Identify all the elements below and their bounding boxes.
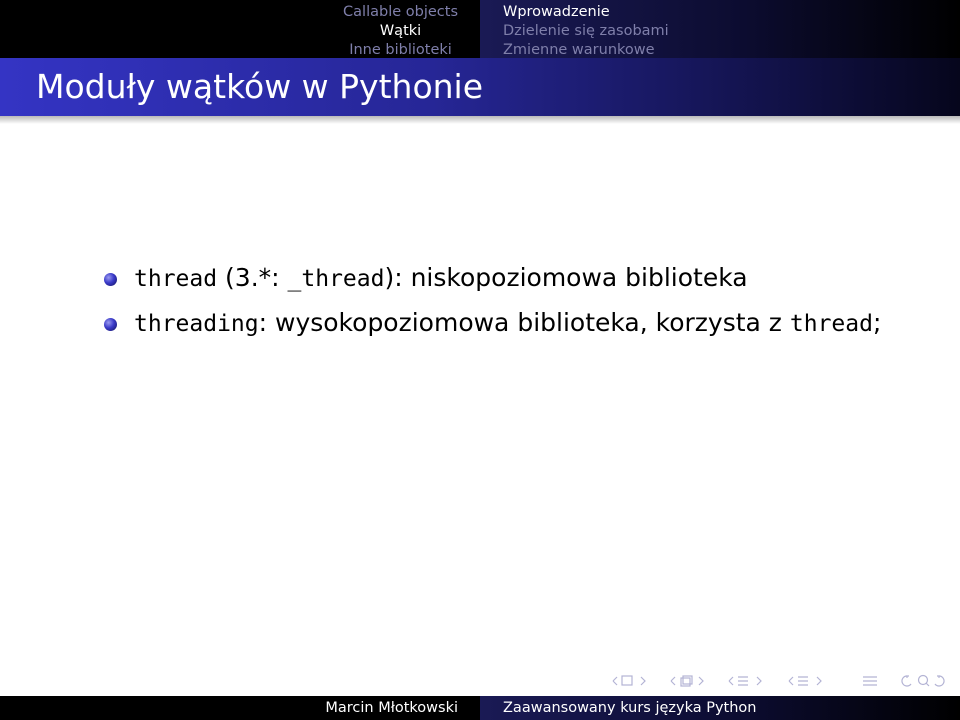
code-thread: thread	[789, 311, 873, 337]
nav-subsection-dzielenie[interactable]: Dzielenie się zasobami	[503, 22, 669, 41]
nav-align-icon[interactable]	[861, 672, 881, 690]
nav-subsection-lines-icon[interactable]	[788, 676, 822, 686]
section-nav: Callable objects Wątki Inne biblioteki	[0, 0, 480, 58]
subsection-nav: Wprowadzenie Dzielenie się zasobami Zmie…	[480, 0, 960, 58]
bullet-text-part: : wysokopoziomowa biblioteka, korzysta z	[258, 308, 790, 337]
bullet-text-part: (3.*:	[217, 263, 288, 292]
nav-symbols-svg	[612, 675, 822, 687]
bullet-ball-icon	[104, 318, 117, 331]
code-threading: threading	[134, 311, 259, 337]
beamer-navigation-symbols	[611, 672, 945, 690]
nav-section-icon[interactable]	[670, 675, 704, 687]
footer: Marcin Młotkowski Zaawansowany kurs języ…	[0, 696, 960, 720]
nav-search-icon[interactable]	[901, 672, 945, 690]
footer-author: Marcin Młotkowski	[0, 696, 480, 720]
nav-section-watki[interactable]: Wątki	[343, 22, 458, 41]
code-thread: thread	[134, 266, 218, 292]
nav-subsection-wprowadzenie[interactable]: Wprowadzenie	[503, 3, 669, 22]
bullet-text: thread (3.*: _thread): niskopoziomowa bi…	[134, 263, 748, 292]
frame-title-bar: Moduły wątków w Pythonie	[0, 58, 960, 124]
bullet-ball-icon	[104, 273, 117, 286]
bullet-text: threading: wysokopoziomowa biblioteka, k…	[134, 308, 881, 337]
nav-subsection-icon[interactable]	[728, 676, 762, 686]
code-underscore-thread: _thread	[287, 266, 385, 292]
bullet-text-part: ): niskopoziomowa biblioteka	[384, 263, 748, 292]
bullet-text-part: ;	[872, 308, 882, 337]
frame-title: Moduły wątków w Pythonie	[36, 67, 484, 106]
footer-talk-title: Zaawansowany kurs języka Python	[480, 696, 960, 720]
nav-section-callable-objects[interactable]: Callable objects	[343, 3, 458, 22]
top-navigation: Callable objects Wątki Inne biblioteki W…	[0, 0, 960, 58]
nav-frame-icon[interactable]	[612, 675, 646, 686]
